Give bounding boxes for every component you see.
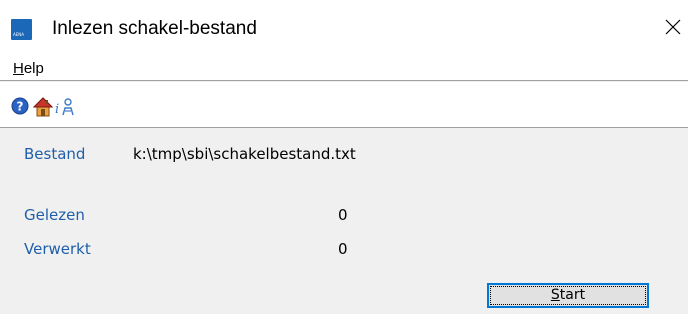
start-button-label: Start — [489, 287, 647, 303]
close-button[interactable] — [662, 8, 688, 48]
help-icon: ? — [11, 97, 29, 115]
svg-text:?: ? — [17, 100, 24, 114]
start-button[interactable]: Start — [487, 283, 649, 308]
content-area: Bestand k:\tmp\sbi\schakelbestand.txt Ge… — [0, 128, 688, 314]
start-button-mnemonic: S — [550, 287, 560, 303]
gelezen-value: 0 — [338, 206, 348, 224]
window-title: Inlezen schakel-bestand — [52, 18, 257, 39]
close-icon — [665, 19, 681, 35]
app-icon-text: AENA — [13, 32, 24, 37]
app-icon: AENA — [11, 19, 32, 40]
info-person-icon: i — [55, 98, 74, 117]
home-button[interactable] — [33, 97, 53, 117]
bestand-label: Bestand — [24, 145, 86, 163]
menu-help-mnemonic: H — [13, 60, 24, 77]
menu-help[interactable]: Help — [13, 60, 44, 78]
gelezen-label: Gelezen — [24, 206, 85, 224]
toolbar: ? i — [0, 82, 688, 128]
start-button-label-rest: tart — [559, 287, 586, 303]
verwerkt-value: 0 — [338, 240, 348, 258]
title-bar: AENA Inlezen schakel-bestand — [0, 0, 688, 58]
svg-text:i: i — [55, 102, 59, 117]
menu-help-label: elp — [23, 60, 44, 77]
dialog-window: AENA Inlezen schakel-bestand Help ? i Be… — [0, 0, 688, 314]
verwerkt-label: Verwerkt — [24, 240, 91, 258]
help-button[interactable]: ? — [11, 97, 31, 117]
menu-bar: Help — [0, 58, 688, 81]
info-person-button[interactable]: i — [55, 97, 75, 117]
bestand-value: k:\tmp\sbi\schakelbestand.txt — [133, 145, 356, 163]
home-icon — [33, 97, 53, 117]
